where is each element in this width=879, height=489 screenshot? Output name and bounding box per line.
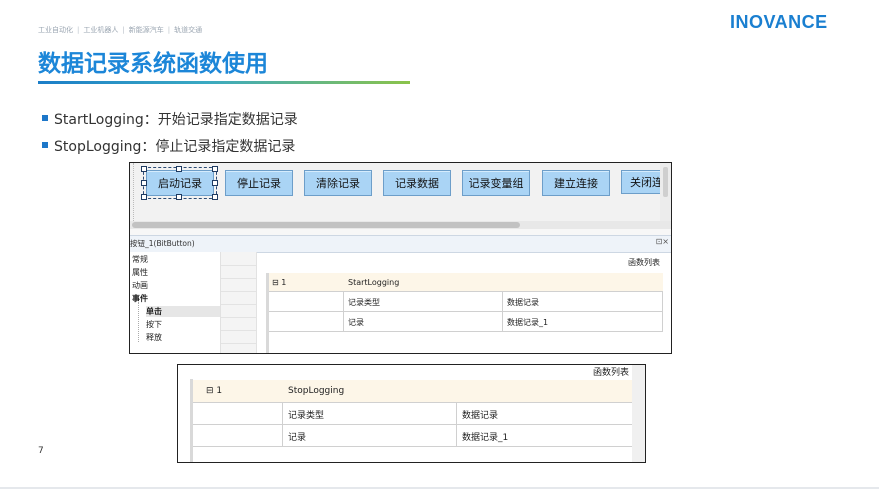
function-list-label: 函数列表	[593, 368, 630, 378]
nav-item: 工业自动化	[38, 26, 73, 34]
panel-pin-close-icon[interactable]: ⊡×	[656, 237, 669, 246]
param-name-cell: 记录类型	[288, 411, 325, 421]
canvas-vertical-scrollbar[interactable]	[660, 163, 671, 221]
function-table: ⊟ 1 StartLogging 记录类型 数据记录 记录 数据记录_1	[266, 273, 663, 353]
stop-logging-button[interactable]: 停止记录	[225, 170, 293, 196]
param-value-cell[interactable]: 数据记录	[507, 297, 539, 308]
tree-item-press[interactable]: 按下	[146, 319, 162, 330]
design-canvas: 启动记录 停止记录 清除记录 记录数据 记录变量组 建立连接 关闭连	[130, 163, 671, 222]
param-value-cell[interactable]: 数据记录	[462, 408, 498, 421]
clear-logging-button[interactable]: 清除记录	[304, 170, 372, 196]
function-table-screenshot: 函数列表 ⊟ 1 StopLogging 记录类型 数据记录 记录 数据记录_1	[177, 364, 646, 463]
tree-item-general[interactable]: 常规	[132, 254, 148, 265]
page-title: 数据记录系统函数使用	[38, 51, 268, 77]
nav-item: 工业机器人	[83, 26, 119, 34]
bullet-fn-name: StopLogging	[54, 139, 142, 155]
property-panel-title: 按钮_1(BitButton)	[130, 239, 195, 248]
tree-item-events[interactable]: 事件	[132, 293, 148, 304]
editor-screenshot: 启动记录 停止记录 清除记录 记录数据 记录变量组 建立连接 关闭连 按钮_1(…	[129, 162, 672, 354]
property-panel-header: 按钮_1(BitButton) ⊡×	[130, 235, 671, 253]
start-logging-button[interactable]: 启动记录	[143, 167, 217, 199]
param-name-cell: 记录	[348, 318, 364, 327]
connect-button[interactable]: 建立连接	[542, 170, 610, 196]
property-tree: 常规 属性 动画 事件 单击 按下 释放	[130, 252, 221, 353]
nav-separator: |	[167, 26, 171, 34]
log-data-button[interactable]: 记录数据	[383, 170, 451, 196]
nav-separator: |	[77, 26, 80, 34]
function-name-cell[interactable]: StartLogging	[348, 278, 399, 287]
function-index[interactable]: ⊟ 1	[206, 386, 222, 396]
bullet-desc: ：开始记录指定数据记录	[143, 112, 298, 128]
nav-item: 轨道交通	[174, 26, 203, 34]
log-variable-group-button[interactable]: 记录变量组	[462, 170, 530, 196]
param-value-cell[interactable]: 数据记录_1	[507, 317, 548, 328]
bullet-desc: ：停止记录指定数据记录	[141, 139, 296, 155]
function-name-cell[interactable]: StopLogging	[288, 386, 344, 396]
title-underline	[38, 81, 410, 84]
tree-item-animation[interactable]: 动画	[132, 280, 148, 291]
nav-separator: |	[122, 26, 125, 34]
function-list-label: 函数列表	[628, 258, 660, 267]
tree-item-click[interactable]: 单击	[146, 306, 220, 317]
tree-item-release[interactable]: 释放	[146, 332, 162, 343]
param-value-cell[interactable]: 数据记录_1	[462, 430, 508, 443]
canvas-horizontal-scrollbar[interactable]	[130, 221, 671, 229]
param-name-cell: 记录	[288, 433, 307, 443]
param-name-cell: 记录类型	[348, 298, 380, 307]
page-number: 7	[38, 446, 44, 456]
bullet-start-logging: StartLogging：开始记录指定数据记录	[42, 109, 298, 129]
brand-logo: INOVANCE	[730, 12, 828, 32]
top-nav: 工业自动化 | 工业机器人 | 新能源汽车 | 轨道交通	[38, 25, 202, 35]
bullet-stop-logging: StopLogging：停止记录指定数据记录	[42, 136, 295, 156]
nav-item: 新能源汽车	[128, 26, 164, 34]
bullet-fn-name: StartLogging	[54, 112, 144, 128]
function-index[interactable]: ⊟ 1	[272, 278, 286, 287]
tree-item-attributes[interactable]: 属性	[132, 267, 148, 278]
event-list-column	[221, 252, 257, 353]
